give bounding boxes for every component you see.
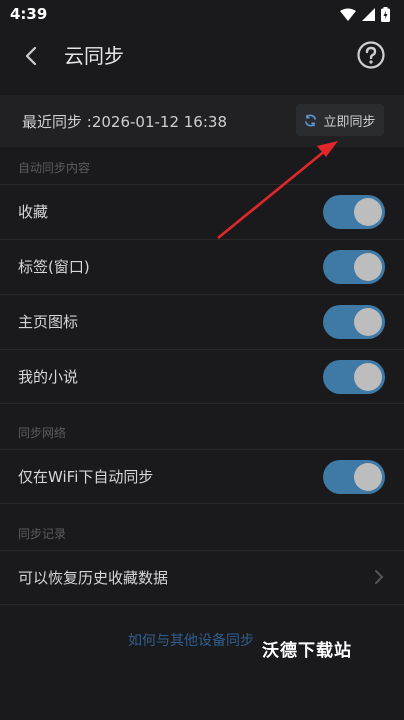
toggle-knob [354,363,382,391]
sync-now-button[interactable]: 立即同步 [296,104,384,136]
row-novels: 我的小说 [0,349,404,403]
divider [0,503,404,504]
row-favorites: 收藏 [0,184,404,238]
row-label: 仅在WiFi下自动同步 [18,468,154,486]
toggle-knob [354,253,382,281]
toggle-home-icons[interactable] [323,305,385,339]
help-icon [357,41,385,69]
wifi-icon [340,8,356,21]
app-bar: 云同步 [0,28,404,84]
status-time: 4:39 [10,5,48,23]
help-link[interactable]: 如何与其他设备同步 [128,630,254,650]
row-tabs: 标签(窗口) [0,239,404,293]
row-restore-history[interactable]: 可以恢复历史收藏数据 [0,550,404,604]
sync-now-label: 立即同步 [323,114,376,130]
row-label: 收藏 [18,203,49,221]
toggle-knob [354,463,382,491]
back-button[interactable] [18,42,44,70]
page-title: 云同步 [64,44,124,68]
toggle-knob [354,198,382,226]
row-label: 标签(窗口) [18,258,90,276]
toggle-knob [354,308,382,336]
divider [0,403,404,404]
toggle-novels[interactable] [323,360,385,394]
status-icons [340,6,390,22]
toggle-tabs[interactable] [323,250,385,284]
back-arrow-icon [25,46,37,66]
section-header-network: 同步网络 [18,426,67,440]
chevron-right-icon [375,570,384,584]
status-bar: 4:39 [0,0,404,28]
row-home-icons: 主页图标 [0,294,404,348]
signal-icon [362,7,375,21]
sync-status-row: 最近同步 :2026-01-12 16:38 立即同步 [0,95,404,147]
last-sync-text: 最近同步 :2026-01-12 16:38 [22,113,227,131]
battery-icon [381,6,390,22]
row-wifi-only: 仅在WiFi下自动同步 [0,449,404,503]
help-button[interactable] [356,40,386,70]
toggle-favorites[interactable] [323,195,385,229]
watermark: 沃德下载站 [262,641,352,661]
refresh-icon [305,114,317,126]
row-label: 我的小说 [18,368,79,386]
row-label: 可以恢复历史收藏数据 [18,569,169,587]
row-label: 主页图标 [18,313,79,331]
toggle-wifi-only[interactable] [323,460,385,494]
section-header-records: 同步记录 [18,527,67,541]
section-header-content: 自动同步内容 [18,161,91,175]
divider [0,604,404,605]
